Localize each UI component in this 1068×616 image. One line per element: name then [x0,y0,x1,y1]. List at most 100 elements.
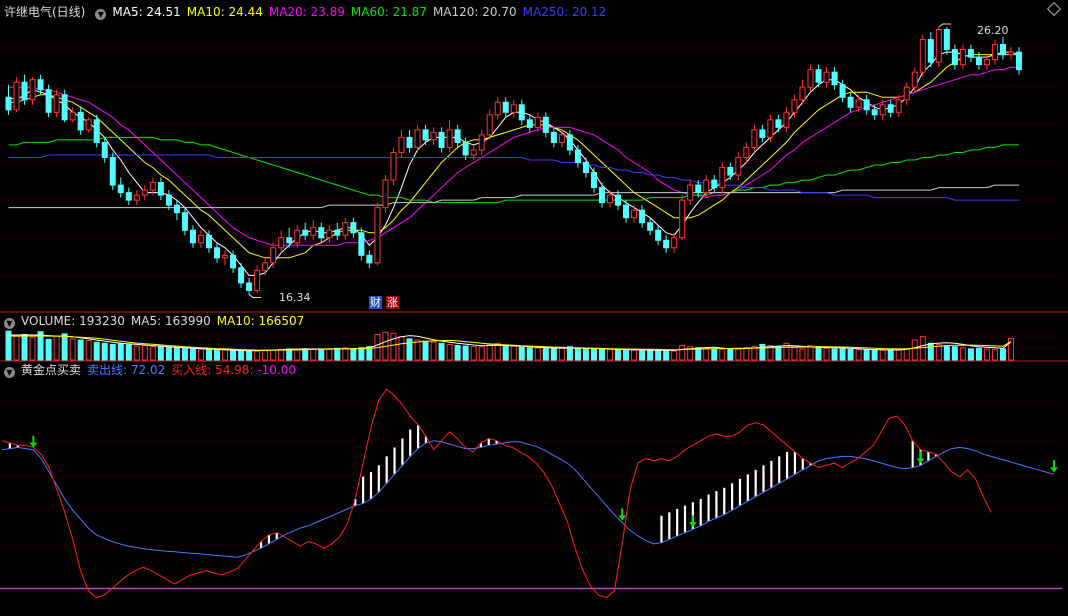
candle-down [422,129,429,141]
volume-bar-down [727,348,734,361]
main-chart-header: 许继电气(日线) ▼ MA5: 24.51 MA10: 24.44 MA20: 23.8… [0,4,612,20]
volume-bar-down [206,348,212,361]
volume-bar-up [510,345,517,361]
candle-up [149,182,156,191]
candle-up [823,71,830,83]
volume-bar-up [751,346,758,361]
buy-line-readout: 买入线: 54.98 [171,363,250,377]
candle-down [727,167,734,176]
candle-down [663,239,670,249]
candle-up [414,129,421,148]
volume-bar-up [719,348,726,361]
volume-bar-up [85,340,92,361]
candle-down [37,79,44,91]
finance-report-tag[interactable]: 财 [369,296,382,309]
diff-readout: : -10.00 [249,363,296,377]
volume-bar-down [189,348,196,361]
ma10-readout: MA10: 24.44 [186,5,263,19]
candlesticks [5,23,1023,298]
candle-down [358,232,365,256]
candle-down [574,149,581,163]
candle-down [871,109,878,116]
candle-up [374,207,381,264]
candle-down [887,104,894,113]
candle-down [165,194,172,206]
volume-bar-up [879,349,886,361]
volume-bar-up [270,349,277,361]
volume-bar-down [887,349,894,361]
price-rise-tag[interactable]: 涨 [386,296,399,309]
ma250-readout: MA250: 20.12 [522,5,607,19]
volume-bar-down [438,342,445,361]
volume-bar-up [743,347,750,361]
candle-down [286,237,293,244]
volume-bar-up [222,349,229,361]
collapse-icon[interactable]: ▼ [4,318,15,329]
candle-up [486,114,493,136]
candle-down [759,129,766,138]
sell-arrow-head [688,522,697,528]
candle-up [446,129,453,148]
volume-bar-up [133,345,140,361]
volume-bar-down [358,347,365,361]
candle-up [879,104,886,116]
volume-bar-down [45,338,52,361]
volume-bar-up [342,347,349,361]
candle-up [807,69,814,88]
collapse-icon[interactable]: ▼ [4,367,15,378]
candle-down [655,229,662,241]
candle-up [911,71,918,88]
candle-up [278,237,285,249]
volume-bar-up [430,341,437,361]
candle-up [743,146,750,158]
volume-bar-down [350,348,357,361]
volume-bar-up [799,348,806,361]
low-price-pointer [248,294,262,298]
candle-down [582,161,589,174]
candle-down [775,119,782,128]
candle-up [53,94,60,113]
volume-bar-down [61,333,68,361]
indicator-title: 黄金点买卖 [21,363,82,377]
candle-up [607,194,613,204]
candle-down [5,96,12,111]
volume-bar-down [246,350,253,361]
candle-down [406,136,413,148]
candle-up [510,104,517,113]
volume-bar-down [157,346,164,361]
volume-bar-up [791,347,798,361]
volume-bar-down [623,349,630,361]
candle-up [703,179,710,194]
candle-down [839,84,846,98]
candle-down [45,89,52,113]
candle-down [214,247,221,259]
volume-bar-down [999,348,1006,361]
candle-up [294,229,301,244]
volume-bar-down [582,347,589,361]
volume-bar-down [286,348,293,361]
volume-bar-down [647,349,654,361]
volume-bar-down [615,349,622,361]
candle-up [631,209,638,219]
volume-bar-up [149,346,156,361]
volume-bar-up [69,338,76,361]
collapse-icon[interactable]: ▼ [95,9,107,20]
candle-up [751,129,758,148]
volume-bar-down [871,348,878,361]
volume-bars [5,330,1014,361]
volume-bar-up [486,343,493,361]
volume-bar-up [278,348,285,361]
candle-up [29,79,36,101]
volume-bar-up [398,336,405,361]
candle-up [133,194,140,201]
high-price-label: 26.20 [977,24,1009,37]
volume-bar-up [534,347,541,361]
volume-bar-up [607,348,613,361]
golden-point-indicator [0,388,1062,599]
candle-up [85,119,92,131]
volume-bar-down [831,348,838,361]
candle-down [189,229,196,244]
volume-bar-up [262,350,269,361]
candle-down [230,254,237,269]
candle-down [366,254,373,264]
